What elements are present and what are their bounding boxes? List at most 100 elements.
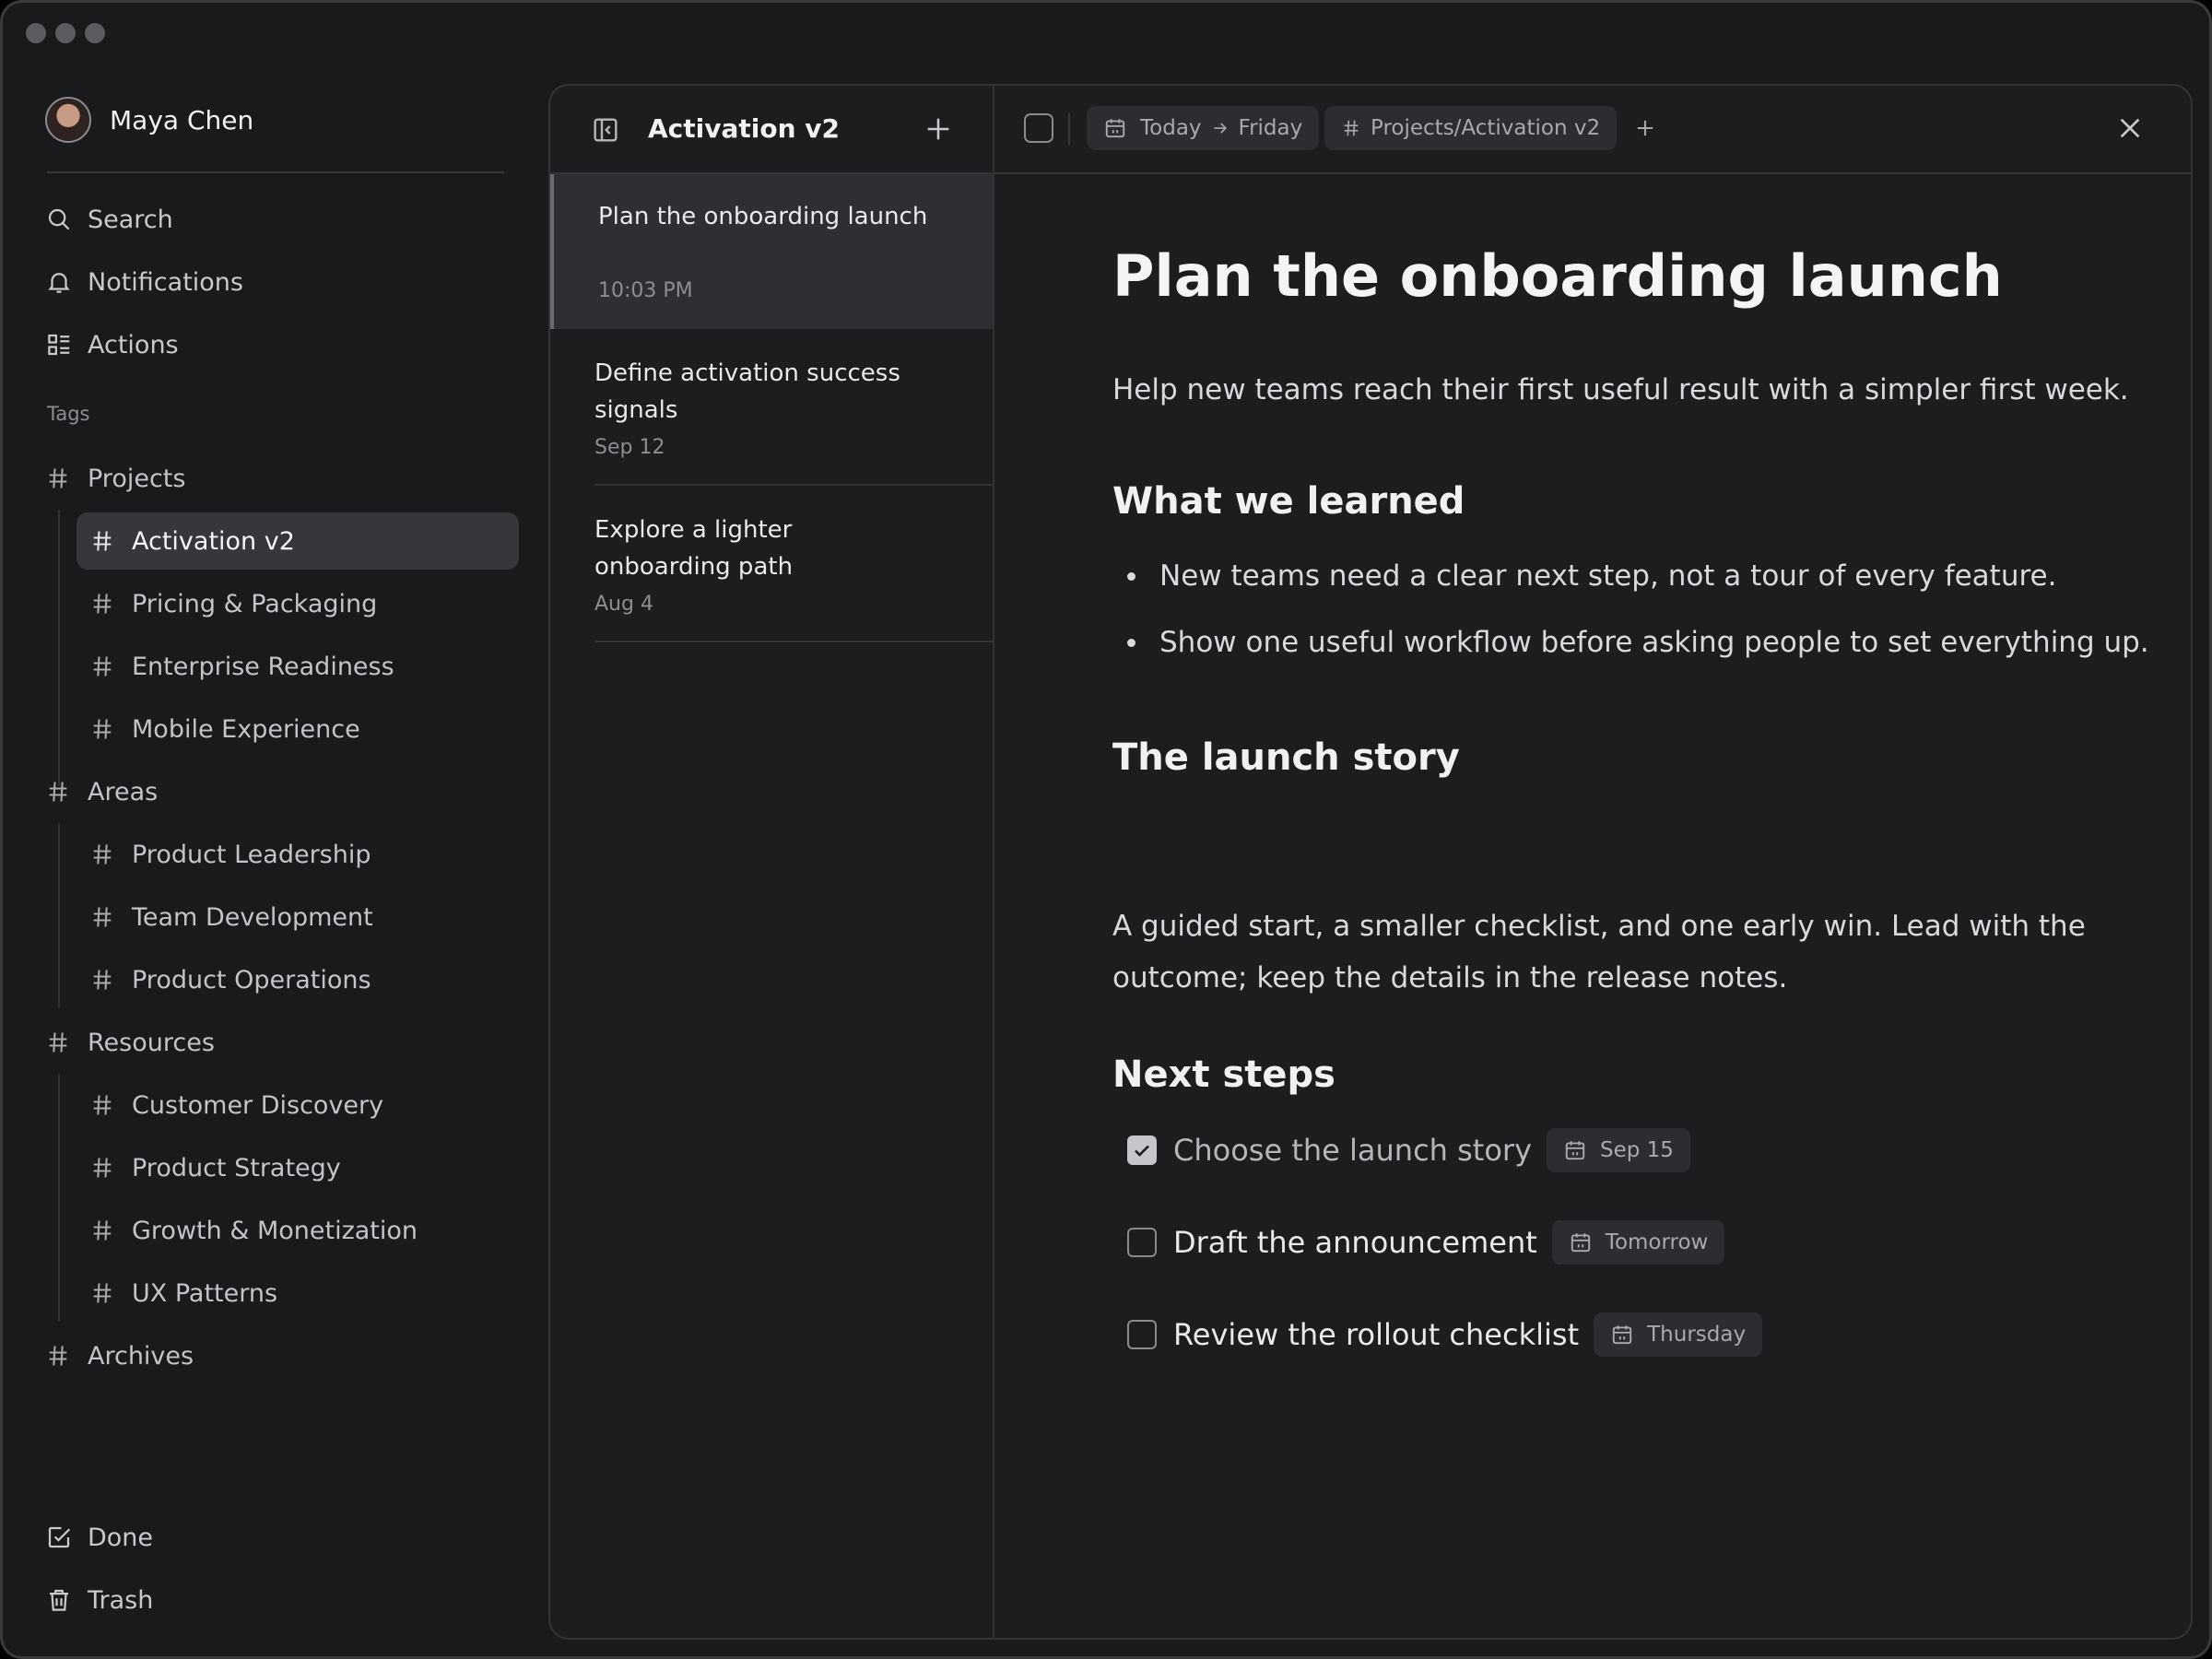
task-label[interactable]: Draft the announcement [1173,1225,1537,1260]
note-item[interactable]: Explore a lighter onboarding path Aug 4 [550,488,993,642]
note-intro[interactable]: Help new teams reach their first useful … [1112,373,2129,406]
tag-chip[interactable]: Projects/Activation v2 [1324,106,1618,150]
note-title: Plan the onboarding launch [598,203,928,230]
hash-icon [93,844,112,865]
tag-label: Customer Discovery [132,1090,384,1120]
task-label[interactable]: Review the rollout checklist [1173,1317,1579,1352]
tag-product-operations[interactable]: Product Operations [76,951,519,1008]
minimize-window-button[interactable] [55,23,76,43]
tag-product-strategy[interactable]: Product Strategy [76,1139,519,1196]
nav-actions[interactable]: Actions [45,324,179,366]
tag-growth-monetization[interactable]: Growth & Monetization [76,1202,519,1259]
sidebar-toggle-icon[interactable] [591,115,620,145]
tag-customer-discovery[interactable]: Customer Discovery [76,1077,519,1134]
tag-label: Product Operations [132,965,371,994]
tag-mobile-experience[interactable]: Mobile Experience [76,700,519,758]
user-profile[interactable]: Maya Chen [45,97,253,143]
sidebar-divider [47,171,504,173]
nav-search[interactable]: Search [45,198,173,241]
close-window-button[interactable] [26,23,46,43]
tag-label: Activation v2 [132,526,295,556]
hash-icon [93,594,112,614]
hash-icon [1344,120,1359,136]
tag-label: Resources [88,1028,215,1057]
bullet-item[interactable]: New teams need a clear next step, not a … [1127,559,2056,593]
tag-team-development[interactable]: Team Development [76,888,519,946]
search-icon [48,208,70,230]
bell-icon [48,273,70,293]
hash-icon [49,1032,67,1053]
tag-label: Enterprise Readiness [132,652,394,681]
calendar-icon [1565,1141,1585,1160]
note-title: Explore a lighter onboarding path [594,516,794,581]
tag-areas[interactable]: Areas [45,763,158,820]
hash-icon [93,1220,112,1241]
arrow-right-icon [1213,123,1227,134]
nav-actions-label: Actions [88,330,179,359]
tag-resources[interactable]: Resources [45,1014,215,1071]
tag-product-leadership[interactable]: Product Leadership [76,826,519,883]
nav-notifications[interactable]: Notifications [45,261,243,303]
main-panel: Activation v2 Plan the onboarding launch… [548,84,2193,1640]
tag-activation-v2[interactable]: Activation v2 [76,512,519,570]
note-item[interactable]: Plan the onboarding launch 10:03 PM [550,174,993,329]
hash-icon [49,1346,67,1366]
note-separator [594,641,993,642]
tag-label: Team Development [132,902,373,932]
note-done-checkbox[interactable] [1024,113,1053,143]
sidebar: Maya Chen Search Notifications Actions T… [3,58,547,1656]
checkbox-done-icon [48,1526,71,1548]
tag-label: Areas [88,777,159,806]
bullet-text: Show one useful workflow before asking p… [1159,626,2149,659]
calendar-icon [1571,1233,1590,1253]
notes-list: Activation v2 Plan the onboarding launch… [550,86,994,1638]
hash-icon [49,782,67,802]
nav-done[interactable]: Done [45,1516,153,1559]
hash-icon [49,468,67,488]
task-checkbox[interactable] [1127,1320,1157,1349]
task-label[interactable]: Choose the launch story [1173,1133,1532,1168]
task-due-chip[interactable]: Thursday [1594,1312,1763,1357]
tag-pricing-packaging[interactable]: Pricing & Packaging [76,575,519,632]
tag-label: Pricing & Packaging [132,589,378,618]
section-heading-learned[interactable]: What we learned [1112,480,1465,523]
add-tag-icon[interactable] [1632,115,1658,141]
notes-list-header: Activation v2 [550,86,993,174]
story-paragraph[interactable]: A guided start, a smaller checklist, and… [1112,900,2163,1004]
date-range-chip[interactable]: Today Friday [1087,106,1320,150]
actions-list-icon [48,334,70,356]
note-date: 10:03 PM [598,279,693,302]
add-note-icon[interactable] [923,113,954,145]
hash-icon [93,1283,112,1303]
tag-enterprise-readiness[interactable]: Enterprise Readiness [76,638,519,695]
task-item: Review the rollout checklist Thursday [1127,1312,1763,1358]
hash-icon [93,656,112,677]
zoom-window-button[interactable] [85,23,105,43]
close-icon[interactable] [2115,113,2145,143]
app-window: Maya Chen Search Notifications Actions T… [0,0,2212,1659]
toolbar-divider [1068,113,1070,145]
tag-ux-patterns[interactable]: UX Patterns [76,1265,519,1322]
date-range-to: Friday [1238,116,1303,140]
hash-icon [93,907,112,927]
tag-archives[interactable]: Archives [45,1327,194,1384]
hash-icon [93,1158,112,1178]
tag-label: Archives [88,1341,194,1371]
section-heading-story[interactable]: The launch story [1112,736,1460,779]
bullet-item[interactable]: Show one useful workflow before asking p… [1127,626,2149,659]
date-range-from: Today [1140,116,1202,140]
nav-trash[interactable]: Trash [45,1579,153,1621]
task-checkbox[interactable] [1127,1135,1157,1165]
tag-projects[interactable]: Projects [45,450,185,507]
tag-label: Projects [88,464,186,493]
note-heading[interactable]: Plan the onboarding launch [1112,242,2003,310]
note-item[interactable]: Define activation success signals Sep 12 [550,331,993,486]
nav-search-label: Search [88,205,173,234]
task-due-chip[interactable]: Tomorrow [1551,1220,1725,1265]
task-due-chip[interactable]: Sep 15 [1547,1128,1690,1172]
task-checkbox[interactable] [1127,1228,1157,1257]
tags-heading: Tags [47,403,90,425]
section-heading-next-steps[interactable]: Next steps [1112,1053,1335,1096]
bullet-text: New teams need a clear next step, not a … [1159,559,2057,593]
calendar-icon [1105,119,1125,138]
